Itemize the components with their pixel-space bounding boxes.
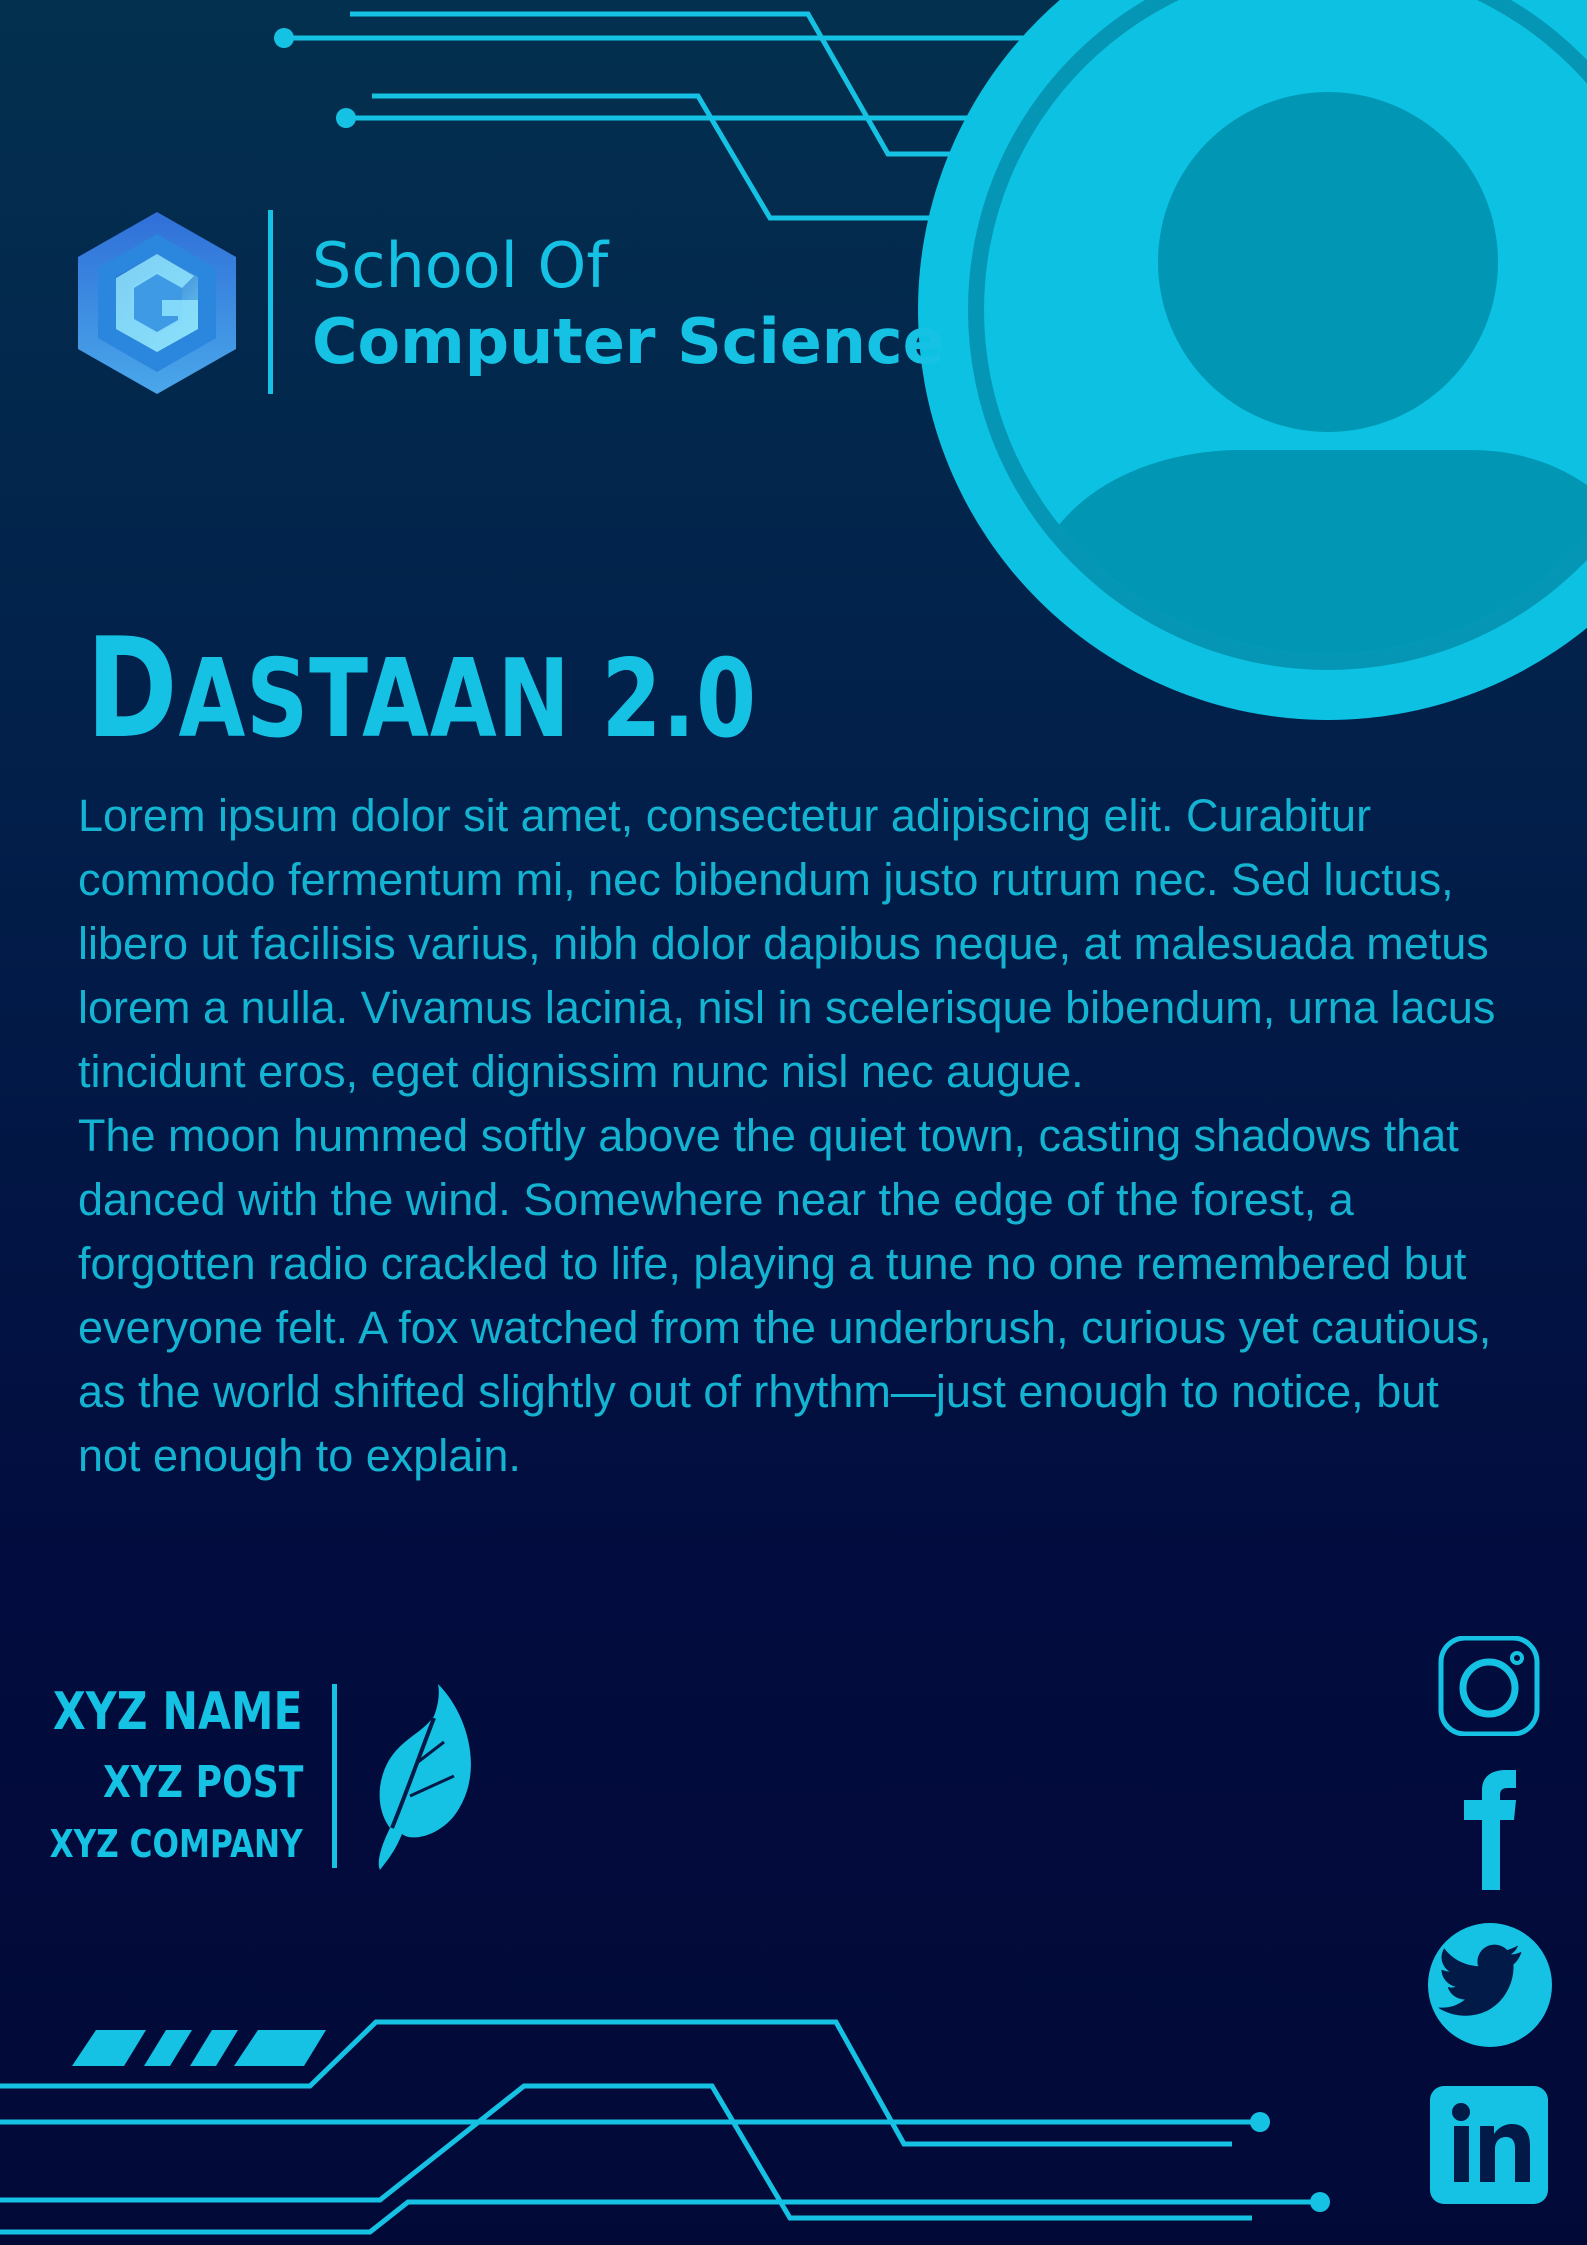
description-paragraph: Lorem ipsum dolor sit amet, consectetur …: [78, 790, 1496, 1097]
facebook-icon[interactable]: [1420, 1770, 1560, 1890]
event-title-rest: ASTAAN 2.0: [178, 637, 757, 762]
twitter-icon[interactable]: [1420, 1922, 1560, 2048]
school-name-line1: School Of: [312, 229, 609, 302]
signature-post: XYZ POST: [102, 1757, 303, 1808]
event-title: DASTAAN 2.0: [86, 614, 757, 775]
signature-name: XYZ NAME: [53, 1682, 303, 1742]
event-title-initial: D: [86, 608, 179, 769]
linkedin-icon[interactable]: [1420, 2086, 1560, 2204]
circuit-lines-bottom: [0, 2019, 1330, 2235]
description: Lorem ipsum dolor sit amet, consectetur …: [78, 784, 1498, 1488]
school-logo-icon: [78, 212, 236, 394]
description-paragraph: The moon hummed softly above the quiet t…: [78, 1110, 1492, 1481]
instagram-icon[interactable]: [1420, 1636, 1560, 1736]
feather-icon: [378, 1684, 471, 1870]
signature-company: XYZ COMPANY: [49, 1822, 303, 1866]
logo-divider: [268, 210, 273, 394]
signature-divider: [332, 1684, 337, 1868]
avatar-placeholder: [918, 0, 1587, 720]
school-name-line2: Computer Science: [312, 305, 945, 378]
